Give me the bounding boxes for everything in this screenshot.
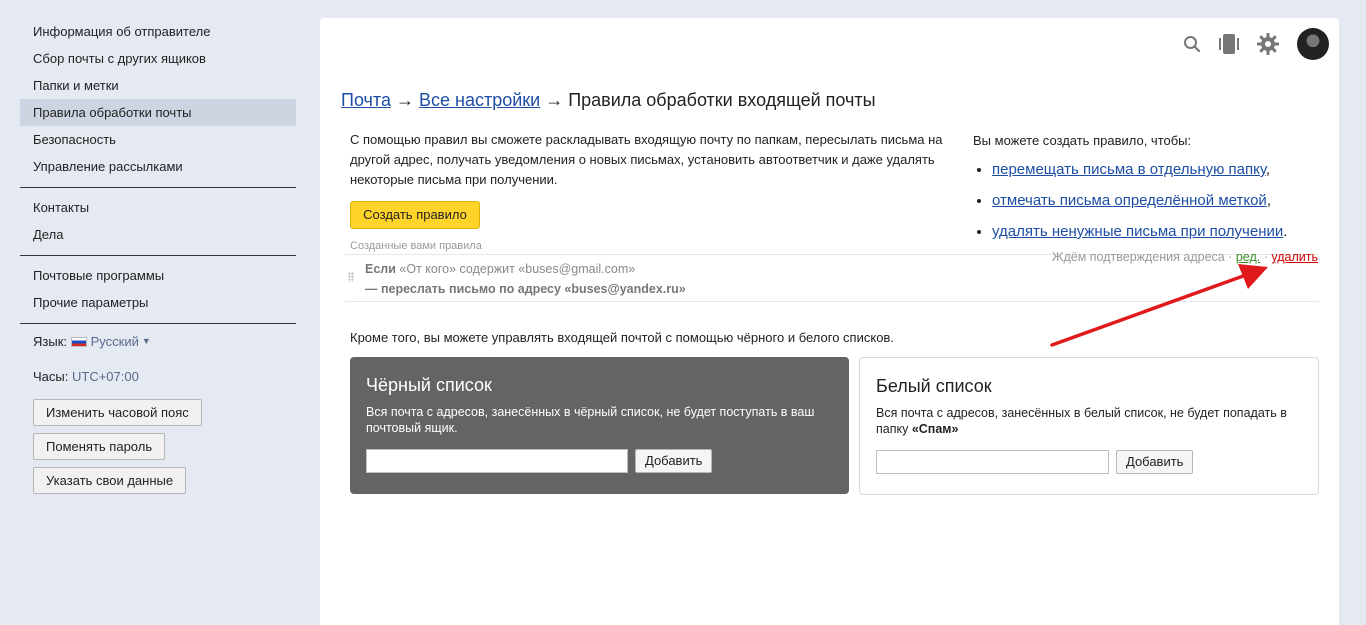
rule-ideas-lead: Вы можете создать правило, чтобы: xyxy=(973,133,1192,148)
divider xyxy=(345,301,1319,302)
rule-ideas-box: Вы можете создать правило, чтобы: переме… xyxy=(973,131,1323,254)
sidebar-item-mail-rules[interactable]: Правила обработки почты xyxy=(20,99,296,126)
breadcrumb: Почта → Все настройки → Правила обработки вх… xyxy=(341,90,876,111)
rule-row[interactable]: Если «От кого» содержит «buses@gmail.com… xyxy=(365,259,686,299)
sidebar-item-subscriptions[interactable]: Управление рассылками xyxy=(20,153,296,180)
sidebar-divider xyxy=(20,187,296,188)
whitelist-add-button[interactable]: Добавить xyxy=(1116,450,1194,474)
blacklist-form: Добавить xyxy=(366,449,713,473)
blacklist-description: Вся почта с адресов, занесённых в чёрный… xyxy=(366,405,815,435)
language-row: Язык: Русский ▼ xyxy=(20,331,296,351)
sidebar-item-mail-clients[interactable]: Почтовые программы xyxy=(20,262,296,289)
sidebar-item-other-params[interactable]: Прочие параметры xyxy=(20,289,296,316)
timezone-value: UTC+07:00 xyxy=(71,369,139,384)
sidebar-item-sender-info[interactable]: Информация об отправителе xyxy=(20,18,296,45)
rule-idea-item: удалять ненужные письма при получении. xyxy=(992,223,1323,241)
lists-intro-text: Кроме того, вы можете управлять входящей… xyxy=(350,330,894,345)
language-value: Русский xyxy=(90,334,139,349)
mark-with-label-link[interactable]: отмечать письма определённой меткой xyxy=(992,192,1267,209)
whitelist-description: Вся почта с адресов, занесённых в белый … xyxy=(876,406,1287,436)
sidebar-divider xyxy=(20,255,296,256)
gear-icon[interactable] xyxy=(1257,33,1279,55)
sidebar-item-security[interactable]: Безопасность xyxy=(20,126,296,153)
blacklist-add-button[interactable]: Добавить xyxy=(635,449,713,473)
whitelist-input[interactable] xyxy=(876,450,1109,474)
rule-action: — переслать письмо по адресу «buses@yand… xyxy=(365,282,686,296)
rule-condition: Если «От кого» содержит «buses@gmail.com… xyxy=(365,262,636,276)
created-rules-label: Созданные вами правила xyxy=(350,240,482,252)
blacklist-panel: Чёрный список Вся почта с адресов, занес… xyxy=(350,357,849,494)
personal-data-button[interactable]: Указать свои данные xyxy=(33,467,187,494)
language-label: Язык: xyxy=(33,334,67,349)
rule-idea-item: отмечать письма определённой меткой, xyxy=(992,192,1323,210)
create-rule-button[interactable]: Создать правило xyxy=(350,201,480,229)
page-title: Правила обработки входящей почты xyxy=(568,90,876,110)
settings-sidebar: Информация об отправителе Сбор почты с д… xyxy=(20,18,296,494)
timezone-label: Часы: xyxy=(33,369,69,384)
blacklist-title: Чёрный список xyxy=(366,375,492,395)
edit-rule-link[interactable]: ред. xyxy=(1236,250,1260,264)
sidebar-divider xyxy=(20,323,296,324)
rule-idea-item: перемещать письма в отдельную папку, xyxy=(992,161,1323,179)
sidebar-item-mail-collector[interactable]: Сбор почты с других ящиков xyxy=(20,45,296,72)
change-timezone-button[interactable]: Изменить часовой пояс xyxy=(33,399,202,426)
breadcrumb-mail-link[interactable]: Почта xyxy=(341,90,391,110)
delete-rule-link[interactable]: удалить xyxy=(1271,250,1318,264)
phone-icon[interactable] xyxy=(1219,33,1239,55)
timezone-row: Часы: UTC+07:00 xyxy=(20,367,296,387)
main-panel: Почта → Все настройки → Правила обработки вх… xyxy=(320,18,1339,625)
breadcrumb-arrow: → xyxy=(545,90,564,110)
drag-handle-icon[interactable] xyxy=(348,272,354,282)
language-select[interactable]: Русский ▼ xyxy=(70,334,151,349)
rules-intro-text: С помощью правил вы сможете раскладывать… xyxy=(350,132,943,187)
sidebar-item-todo[interactable]: Дела xyxy=(20,221,296,248)
sidebar-item-folders-labels[interactable]: Папки и метки xyxy=(20,72,296,99)
user-avatar[interactable] xyxy=(1297,28,1329,60)
change-password-button[interactable]: Поменять пароль xyxy=(33,433,166,460)
russia-flag-icon xyxy=(70,337,87,347)
blacklist-input[interactable] xyxy=(366,449,628,473)
search-icon[interactable] xyxy=(1183,35,1201,53)
breadcrumb-all-settings-link[interactable]: Все настройки xyxy=(419,90,540,110)
triangle-down-icon: ▼ xyxy=(141,336,151,346)
delete-unwanted-link[interactable]: удалять ненужные письма при получении xyxy=(992,223,1283,240)
sidebar-item-contacts[interactable]: Контакты xyxy=(20,194,296,221)
whitelist-panel: Белый список Вся почта с адресов, занесё… xyxy=(859,357,1319,495)
move-to-folder-link[interactable]: перемещать письма в отдельную папку xyxy=(992,161,1266,178)
whitelist-title: Белый список xyxy=(876,376,992,396)
rule-meta: Ждём подтверждения адреса · ред. · удали… xyxy=(1051,250,1318,264)
breadcrumb-arrow: → xyxy=(395,90,414,110)
header-toolbar xyxy=(1165,28,1329,60)
rule-status: Ждём подтверждения адреса xyxy=(1051,250,1225,264)
whitelist-form: Добавить xyxy=(876,450,1194,474)
